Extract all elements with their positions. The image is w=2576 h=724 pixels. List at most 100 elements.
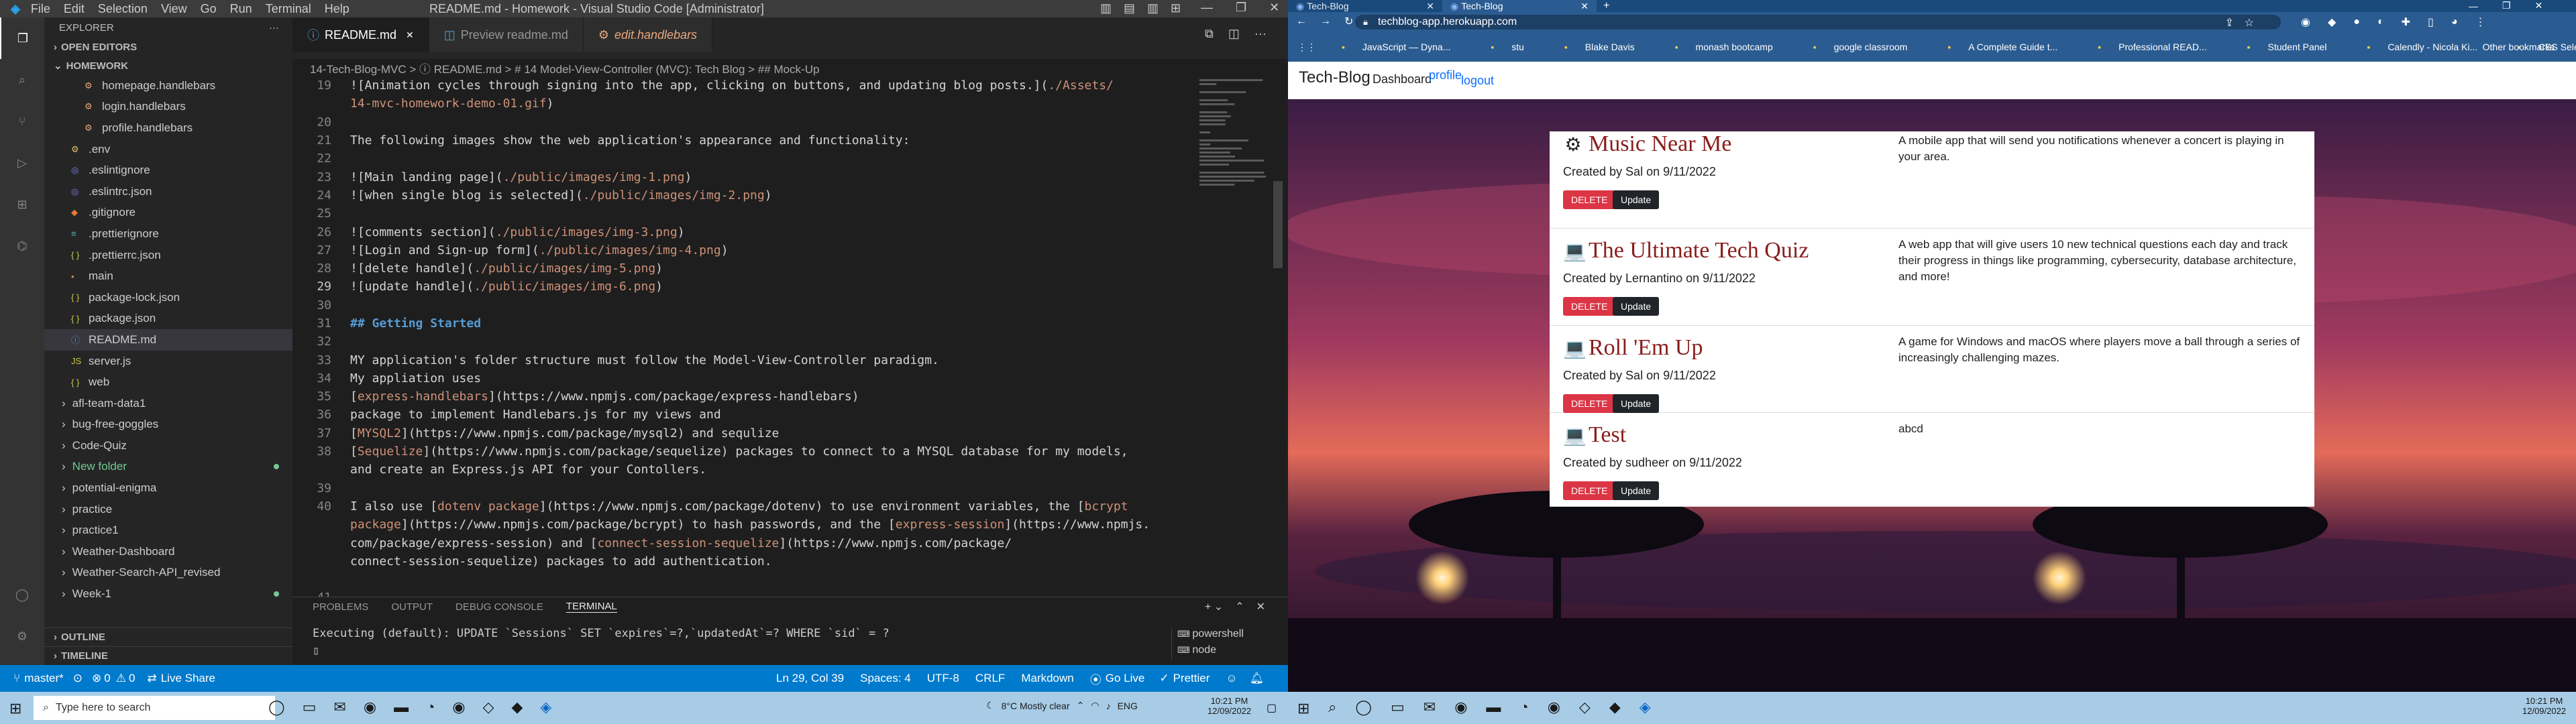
tree-item[interactable]: › afl-team-data1: [44, 393, 292, 414]
warnings-count[interactable]: 0: [129, 672, 135, 685]
source-control-icon[interactable]: ⑂: [0, 101, 44, 142]
logout-link[interactable]: logout: [1461, 74, 1494, 88]
windows-start-icon[interactable]: ⊞: [1297, 700, 1309, 717]
url-bar[interactable]: 🔒︎ techblog-app.herokuapp.com ⇪ ☆: [1355, 15, 2281, 29]
clock[interactable]: 10:21 PM 12/09/2022: [2522, 696, 2566, 716]
mail-icon[interactable]: ✉: [333, 699, 345, 716]
extensions-puzzle-icon[interactable]: ✚: [2402, 15, 2410, 29]
bookmark-item[interactable]: ▪ JavaScript — Dyna...: [1342, 42, 1465, 52]
tree-item[interactable]: { } package.json: [44, 308, 292, 330]
go-live-button[interactable]: Go Live: [1106, 672, 1145, 685]
live-share-button[interactable]: Live Share: [161, 672, 215, 685]
clock[interactable]: 10:21 PM 12/09/2022: [1208, 696, 1251, 716]
account-icon[interactable]: ◯: [0, 574, 44, 615]
windows-start-icon[interactable]: ⊞: [9, 700, 21, 717]
taskbar-app-icon[interactable]: ▭: [1391, 699, 1405, 716]
bookmark-item[interactable]: ▪ Student Panel: [2247, 42, 2342, 52]
editor-scrollbar[interactable]: [1273, 76, 1283, 597]
menu-item[interactable]: Edit: [64, 2, 85, 16]
volume-icon[interactable]: ♪: [1106, 701, 1111, 711]
delete-button[interactable]: DELETE: [1563, 190, 1616, 209]
feedback-icon[interactable]: ☺: [1226, 672, 1237, 685]
task-view-icon[interactable]: ◯: [268, 699, 285, 716]
mail-icon[interactable]: ✉: [1424, 699, 1436, 716]
tree-item[interactable]: ≡ .prettierignore: [44, 223, 292, 245]
taskbar-app-icon[interactable]: ▭: [303, 699, 317, 716]
indentation[interactable]: Spaces: 4: [860, 672, 911, 685]
tray-chevron-icon[interactable]: ⌃: [1077, 700, 1085, 711]
taskbar-app-icon[interactable]: ◇: [483, 699, 494, 716]
search-icon[interactable]: ⌕: [1328, 699, 1336, 716]
close-button[interactable]: ✕: [1269, 1, 1279, 15]
notifications-icon[interactable]: 🔔︎: [1250, 672, 1265, 685]
menu-item[interactable]: Help: [325, 2, 350, 16]
update-button[interactable]: Update: [1613, 394, 1660, 413]
toggle-secondary-icon[interactable]: ▥: [1147, 1, 1159, 15]
menu-kebab-icon[interactable]: ⋮: [2475, 15, 2486, 29]
bookmark-item[interactable]: ▪ monash bootcamp: [1675, 42, 1788, 52]
minimize-button[interactable]: —: [1201, 1, 1213, 15]
settings-gear-icon[interactable]: ⚙: [0, 615, 44, 657]
folder-icon[interactable]: ▬: [1486, 699, 1501, 716]
close-tab-icon[interactable]: ✕: [406, 29, 414, 41]
bookmark-item[interactable]: ▪ Professional READ...: [2098, 42, 2221, 52]
new-terminal-icon[interactable]: + ⌄: [1205, 600, 1223, 613]
bookmark-item[interactable]: ▪ google classroom: [1813, 42, 1923, 52]
vscode-taskbar-icon[interactable]: ◈: [1640, 699, 1651, 716]
git-branch[interactable]: master*: [24, 672, 64, 685]
tree-item[interactable]: › practice: [44, 499, 292, 520]
extension-icon[interactable]: ◐: [2377, 16, 2384, 28]
workspace-section[interactable]: ⌄ HOMEWORK: [44, 56, 292, 75]
search-icon[interactable]: ⌕: [0, 59, 44, 101]
taskbar-app-icon[interactable]: ◆: [1609, 699, 1621, 716]
minimize-button[interactable]: —: [2469, 1, 2478, 11]
site-brand[interactable]: Tech-Blog: [1299, 68, 1371, 87]
tree-item[interactable]: › Week-1: [44, 583, 292, 605]
tree-item[interactable]: › bug-free-goggles: [44, 414, 292, 436]
other-bookmarks[interactable]: Other bookmarks: [2483, 42, 2555, 52]
update-button[interactable]: Update: [1613, 481, 1660, 500]
tree-item[interactable]: ⚙ login.handlebars: [44, 97, 292, 118]
tree-item[interactable]: ◎ .eslintrc.json: [44, 181, 292, 202]
back-icon[interactable]: ←: [1296, 15, 1307, 27]
update-button[interactable]: Update: [1613, 297, 1660, 316]
tree-item[interactable]: ⚙ .env: [44, 139, 292, 160]
editor-tab[interactable]: ◫ Preview readme.md: [429, 17, 584, 52]
tree-item[interactable]: • main: [44, 265, 292, 287]
bookmark-star-icon[interactable]: ☆: [2245, 16, 2254, 29]
forward-icon[interactable]: →: [1320, 15, 1331, 27]
close-button[interactable]: ✕: [2535, 0, 2543, 11]
extension-icon[interactable]: ◉: [2301, 15, 2310, 29]
tree-item[interactable]: ⚙ homepage.handlebars: [44, 75, 292, 97]
blog-post[interactable]: 💻Roll 'Em Up Created by Sal on 9/11/2022 A…: [1550, 326, 2314, 413]
editor-area[interactable]: 19 ![Animation cycles through signing int…: [292, 76, 1288, 605]
tree-item[interactable]: › Weather-Dashboard: [44, 541, 292, 562]
new-tab-button[interactable]: +: [1603, 0, 1609, 12]
customize-layout-icon[interactable]: ⊞: [1171, 1, 1181, 15]
bookmark-item[interactable]: ▪ A Complete Guide t...: [1947, 42, 2072, 52]
tree-item[interactable]: ⓘ README.md: [44, 329, 292, 351]
chrome-icon[interactable]: ◉: [364, 699, 376, 716]
tree-item[interactable]: › Code-Quiz: [44, 435, 292, 457]
weather-text[interactable]: 8°C Mostly clear: [1002, 701, 1070, 711]
browser-tab[interactable]: ◉ Tech-Blog ✕: [1442, 0, 1597, 12]
reload-icon[interactable]: ↻: [1344, 15, 1353, 28]
menu-item[interactable]: Go: [201, 2, 217, 16]
network-icon[interactable]: ◠: [1091, 700, 1099, 711]
menu-item[interactable]: File: [31, 2, 50, 16]
extensions-icon[interactable]: ⊞: [0, 184, 44, 225]
post-title[interactable]: ⚙ Music Near Me: [1563, 131, 1731, 157]
editor-tab[interactable]: ⓘ README.md ✕: [292, 17, 429, 52]
lock-icon[interactable]: 🔒︎: [1363, 17, 1368, 27]
menu-item[interactable]: Terminal: [266, 2, 311, 16]
tree-item[interactable]: › Weather-Search-API_revised: [44, 562, 292, 584]
editor-tab[interactable]: ⚙ edit.handlebars: [583, 17, 713, 52]
post-title[interactable]: 💻The Ultimate Tech Quiz: [1563, 238, 1809, 263]
bookmark-item[interactable]: ▪ stu: [1491, 42, 1539, 52]
editor-scrollbar-thumb[interactable]: [1273, 181, 1283, 268]
tree-item[interactable]: ⚙ profile.handlebars: [44, 117, 292, 139]
tree-item[interactable]: › practice1: [44, 520, 292, 541]
terminal-instance[interactable]: ⌨ node: [1177, 644, 1285, 660]
open-preview-icon[interactable]: ⧉: [1205, 27, 1214, 41]
chrome-icon[interactable]: ◉: [452, 699, 465, 716]
